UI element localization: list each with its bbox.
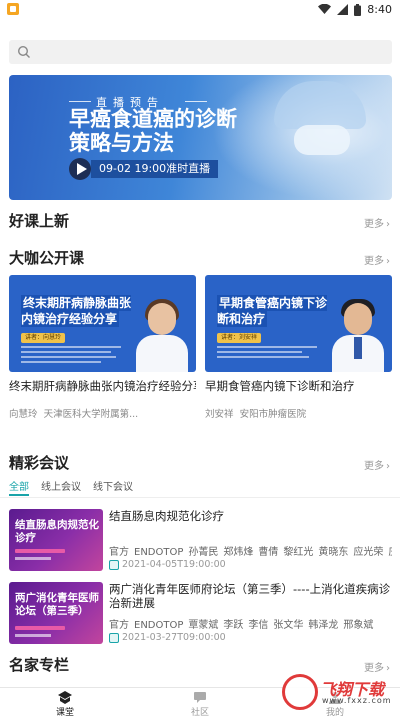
battery-icon (354, 3, 362, 16)
course-name: 终末期肝病静脉曲张内镜治疗经验分享 (9, 379, 196, 393)
app-badge-icon (7, 3, 19, 15)
tab-online[interactable]: 线上会议 (41, 478, 81, 493)
chevron-right-icon: › (386, 256, 390, 267)
meeting-tabs: 全部 线上会议 线下会议 (9, 478, 133, 493)
meeting-item[interactable]: 结直肠息肉规范化诊疗 结直肠息肉规范化诊疗 官方 ENDOTOP 孙菁民 郑炜烽 曹倩黎… (9, 509, 392, 573)
more-link-open-courses[interactable]: 更多 › (364, 252, 390, 267)
meeting-tags: 官方ENDOTOP孙菁民郑炜烽曹倩黎红光黄晓东应光荣庄学 (109, 547, 392, 558)
meeting-date: 2021-04-05T19:00:00 (109, 559, 226, 570)
more-link-meetings[interactable]: 更多 › (364, 457, 390, 472)
more-link-new-courses[interactable]: 更多 › (364, 215, 390, 230)
course-thumb-title: 终末期肝病静脉曲张内镜治疗经验分享 (21, 295, 132, 327)
play-icon[interactable] (69, 158, 91, 180)
meeting-thumbnail: 两广消化青年医师论坛（第三季） (9, 582, 103, 644)
course-author: 刘安祥 (205, 409, 234, 420)
meeting-thumbnail: 结直肠息肉规范化诊疗 (9, 509, 103, 571)
speaker-tag: 讲者：向慧玲 (21, 333, 66, 343)
search-icon (17, 45, 30, 58)
meeting-title: 两广消化青年医师府论坛（第三季）----上消化道疾病诊治新进展 (109, 582, 391, 610)
nav-community[interactable]: 社区 (160, 691, 240, 717)
calendar-icon (109, 632, 119, 643)
banner-live-time: 09-02 19:00准时直播 (91, 160, 219, 178)
course-org: 安阳市肿瘤医院 (239, 409, 307, 420)
wifi-icon (318, 4, 332, 14)
calendar-icon (109, 559, 119, 570)
banner-title: 早癌食道癌的诊断策略与方法 (69, 107, 237, 155)
classroom-icon (58, 691, 72, 704)
clock: 8:40 (367, 3, 392, 16)
site-watermark: 飞翔下载 www.fxxz.com (282, 672, 392, 714)
course-meta: 刘安祥 安阳市肿瘤医院 (205, 406, 392, 420)
chevron-right-icon: › (386, 461, 390, 472)
community-icon (194, 692, 206, 703)
meeting-title: 结直肠息肉规范化诊疗 (109, 509, 224, 523)
chevron-right-icon: › (386, 219, 390, 230)
nav-classroom[interactable]: 课堂 (25, 691, 105, 717)
speaker-photo (134, 297, 188, 372)
speaker-photo (330, 297, 384, 372)
section-title-new-courses: 好课上新 (9, 212, 70, 230)
open-course-card[interactable]: 终末期肝病静脉曲张内镜治疗经验分享 讲者：向慧玲 终末期肝病静脉曲张内镜治疗经验… (9, 275, 196, 420)
tab-all[interactable]: 全部 (9, 478, 29, 493)
open-course-card[interactable]: 早期食管癌内镜下诊断和治疗 讲者：刘安祥 早期食管癌内镜下诊断和治疗 刘安祥 安… (205, 275, 392, 420)
section-title-meetings: 精彩会议 (9, 454, 70, 472)
course-author: 向慧玲 (9, 409, 38, 420)
course-name: 早期食管癌内镜下诊断和治疗 (205, 379, 355, 393)
speaker-tag: 讲者：刘安祥 (217, 333, 262, 343)
meeting-date: 2021-03-27T09:00:00 (109, 632, 226, 643)
live-preview-banner[interactable]: 直播预告 早癌食道癌的诊断策略与方法 09-02 19:00准时直播 (9, 75, 392, 200)
active-tab-indicator (9, 494, 29, 496)
banner-doctor-image (212, 75, 392, 200)
search-input[interactable] (37, 40, 377, 64)
course-thumbnail: 早期食管癌内镜下诊断和治疗 讲者：刘安祥 (205, 275, 392, 372)
course-org: 天津医科大学附属第... (43, 409, 139, 420)
section-title-experts: 名家专栏 (9, 656, 70, 674)
status-bar: 8:40 (0, 0, 400, 22)
watermark-logo-icon (282, 674, 318, 710)
course-thumbnail: 终末期肝病静脉曲张内镜治疗经验分享 讲者：向慧玲 (9, 275, 196, 372)
meeting-tags: 官方 ENDOTOP 覃蒙斌 李跃 李信 张文华 韩泽龙 邢象斌 (109, 620, 374, 631)
section-title-open-courses: 大咖公开课 (9, 249, 85, 267)
tab-offline[interactable]: 线下会议 (93, 478, 133, 493)
meeting-item[interactable]: 两广消化青年医师论坛（第三季） 两广消化青年医师府论坛（第三季）----上消化道… (9, 582, 392, 646)
signal-icon (337, 4, 349, 15)
search-bar[interactable] (9, 40, 392, 64)
course-thumb-title: 早期食管癌内镜下诊断和治疗 (217, 295, 328, 327)
course-meta: 向慧玲 天津医科大学附属第... (9, 406, 196, 420)
